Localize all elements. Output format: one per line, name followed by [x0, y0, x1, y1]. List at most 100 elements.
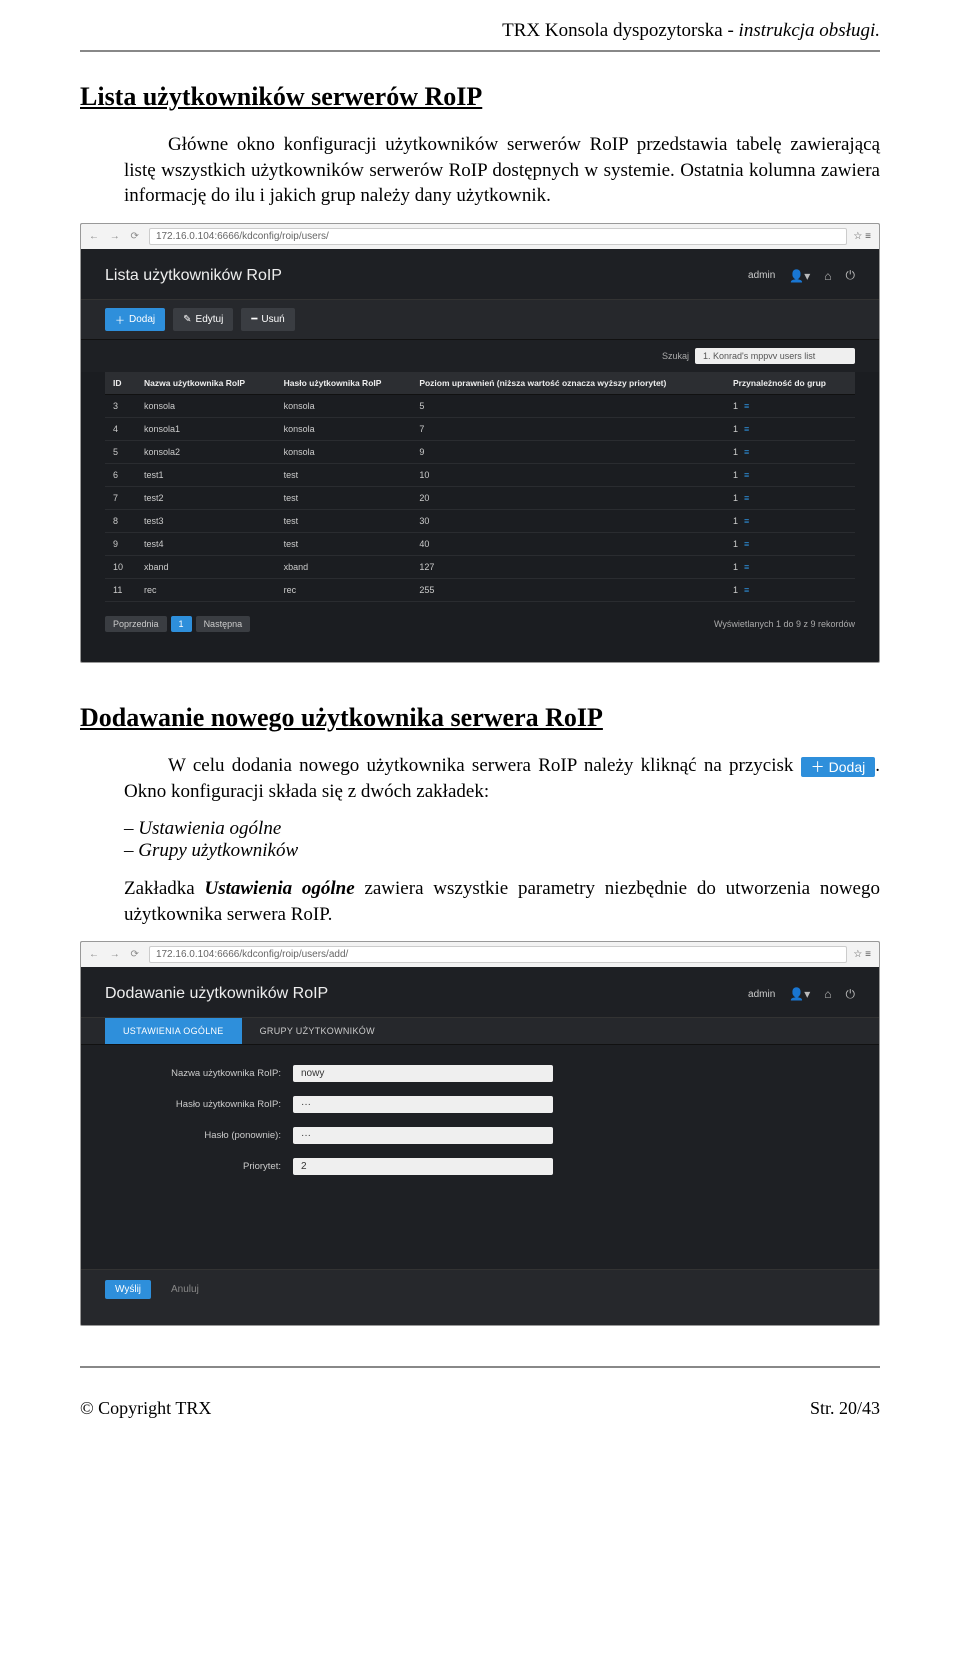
col-priv[interactable]: Poziom uprawnień (niższa wartość oznacza… [411, 372, 725, 395]
priority-input[interactable]: 2 [293, 1158, 553, 1175]
cell-groups: 1≡ [725, 417, 855, 440]
table-row[interactable]: 7 test2 test 20 1≡ [105, 486, 855, 509]
cell-priv: 30 [411, 509, 725, 532]
cell-pass: konsola [276, 417, 412, 440]
power-icon[interactable]: ⏻ [846, 987, 856, 1002]
table-row[interactable]: 4 konsola1 konsola 7 1≡ [105, 417, 855, 440]
cell-name: test1 [136, 463, 276, 486]
cell-name: konsola2 [136, 440, 276, 463]
url-box[interactable]: 172.16.0.104:6666/kdconfig/roip/users/ [149, 228, 847, 245]
list-icon[interactable]: ≡ [744, 447, 749, 457]
tab-groups[interactable]: GRUPY UŻYTKOWNIKÓW [242, 1018, 393, 1044]
section1-para1: Główne okno konfiguracji użytkowników se… [124, 132, 880, 209]
tab-general[interactable]: USTAWIENIA OGÓLNE [105, 1018, 242, 1044]
cell-pass: test [276, 486, 412, 509]
cell-groups: 1≡ [725, 394, 855, 417]
records-summary: Wyświetlanych 1 do 9 z 9 rekordów [714, 619, 855, 629]
form-row-pass: Hasło użytkownika RoIP: ··· [121, 1096, 839, 1113]
table-row[interactable]: 6 test1 test 10 1≡ [105, 463, 855, 486]
tabs: USTAWIENIA OGÓLNE GRUPY UŻYTKOWNIKÓW [81, 1017, 879, 1045]
search-input[interactable]: 1. Konrad's mppvv users list [695, 348, 855, 364]
app-title: Lista użytkowników RoIP [105, 267, 282, 285]
list-icon[interactable]: ≡ [744, 516, 749, 526]
cell-id: 6 [105, 463, 136, 486]
cell-name: xband [136, 555, 276, 578]
prev-button[interactable]: Poprzednia [105, 616, 167, 632]
nav-arrows-icon[interactable]: ← → ⟳ [89, 949, 143, 960]
pencil-icon: ✎ [183, 314, 191, 325]
form-area: Nazwa użytkownika RoIP: nowy Hasło użytk… [81, 1045, 879, 1269]
cell-id: 8 [105, 509, 136, 532]
cell-name: konsola1 [136, 417, 276, 440]
page-number[interactable]: 1 [171, 616, 192, 632]
cell-id: 3 [105, 394, 136, 417]
cell-priv: 7 [411, 417, 725, 440]
table-row[interactable]: 11 rec rec 255 1≡ [105, 578, 855, 601]
col-pass[interactable]: Hasło użytkownika RoIP [276, 372, 412, 395]
table-row[interactable]: 5 konsola2 konsola 9 1≡ [105, 440, 855, 463]
list-icon[interactable]: ≡ [744, 562, 749, 572]
list-icon[interactable]: ≡ [744, 401, 749, 411]
form-row-pass2: Hasło (ponownie): ··· [121, 1127, 839, 1144]
col-groups[interactable]: Przynależność do grup [725, 372, 855, 395]
plus-icon: ＋ [115, 312, 125, 327]
admin-label: admin [748, 270, 775, 281]
plus-icon: ＋ [811, 760, 825, 774]
nav-arrows-icon[interactable]: ← → ⟳ [89, 231, 143, 242]
header-right: admin 👤▾ ⌂ ⏻ [748, 268, 855, 283]
cell-groups: 1≡ [725, 555, 855, 578]
col-name[interactable]: Nazwa użytkownika RoIP [136, 372, 276, 395]
bookmark-icon[interactable]: ☆ ≡ [853, 231, 871, 242]
send-button[interactable]: Wyślij [105, 1280, 151, 1299]
edit-button[interactable]: ✎Edytuj [173, 308, 233, 331]
pass2-label: Hasło (ponownie): [121, 1130, 281, 1141]
home-icon[interactable]: ⌂ [824, 269, 831, 283]
delete-button[interactable]: ━Usuń [241, 308, 294, 331]
list-icon[interactable]: ≡ [744, 424, 749, 434]
list-icon[interactable]: ≡ [744, 585, 749, 595]
pass-input[interactable]: ··· [293, 1096, 553, 1113]
screenshot-add-user: ← → ⟳ 172.16.0.104:6666/kdconfig/roip/us… [80, 941, 880, 1326]
cell-groups: 1≡ [725, 509, 855, 532]
app-title: Dodawanie użytkowników RoIP [105, 985, 328, 1003]
table-row[interactable]: 9 test4 test 40 1≡ [105, 532, 855, 555]
add-button[interactable]: ＋Dodaj [105, 308, 165, 331]
browser-bar: ← → ⟳ 172.16.0.104:6666/kdconfig/roip/us… [81, 942, 879, 967]
cell-id: 4 [105, 417, 136, 440]
cell-priv: 40 [411, 532, 725, 555]
next-button[interactable]: Następna [196, 616, 251, 632]
home-icon[interactable]: ⌂ [824, 987, 831, 1001]
cell-id: 10 [105, 555, 136, 578]
table-row[interactable]: 8 test3 test 30 1≡ [105, 509, 855, 532]
screenshot-users-list: ← → ⟳ 172.16.0.104:6666/kdconfig/roip/us… [80, 223, 880, 663]
bookmark-icon[interactable]: ☆ ≡ [853, 949, 871, 960]
cell-pass: konsola [276, 440, 412, 463]
table-row[interactable]: 3 konsola konsola 5 1≡ [105, 394, 855, 417]
inline-add-button[interactable]: ＋Dodaj [801, 757, 876, 777]
page-header: TRX Konsola dyspozytorska - instrukcja o… [0, 0, 960, 46]
pass2-input[interactable]: ··· [293, 1127, 553, 1144]
list-icon[interactable]: ≡ [744, 493, 749, 503]
section2-para1: W celu dodania nowego użytkownika serwer… [124, 753, 880, 804]
cancel-button[interactable]: Anuluj [163, 1280, 207, 1299]
doc-title: TRX Konsola dyspozytorska - [502, 20, 738, 41]
tab-list: Ustawienia ogólne Grupy użytkowników [124, 818, 880, 862]
form-row-priority: Priorytet: 2 [121, 1158, 839, 1175]
cell-groups: 1≡ [725, 463, 855, 486]
power-icon[interactable]: ⏻ [846, 268, 856, 283]
page-footer: © Copyright TRX Str. 20/43 [0, 1368, 960, 1449]
list-item: Grupy użytkowników [124, 840, 880, 862]
user-icon[interactable]: 👤▾ [789, 269, 810, 283]
cell-id: 11 [105, 578, 136, 601]
list-icon[interactable]: ≡ [744, 539, 749, 549]
admin-label: admin [748, 989, 775, 1000]
name-input[interactable]: nowy [293, 1065, 553, 1082]
url-box[interactable]: 172.16.0.104:6666/kdconfig/roip/users/ad… [149, 946, 847, 963]
col-id[interactable]: ID [105, 372, 136, 395]
cell-id: 7 [105, 486, 136, 509]
table-row[interactable]: 10 xband xband 127 1≡ [105, 555, 855, 578]
cell-pass: test [276, 509, 412, 532]
user-icon[interactable]: 👤▾ [789, 987, 810, 1001]
list-icon[interactable]: ≡ [744, 470, 749, 480]
users-table: ID Nazwa użytkownika RoIP Hasło użytkown… [105, 372, 855, 602]
